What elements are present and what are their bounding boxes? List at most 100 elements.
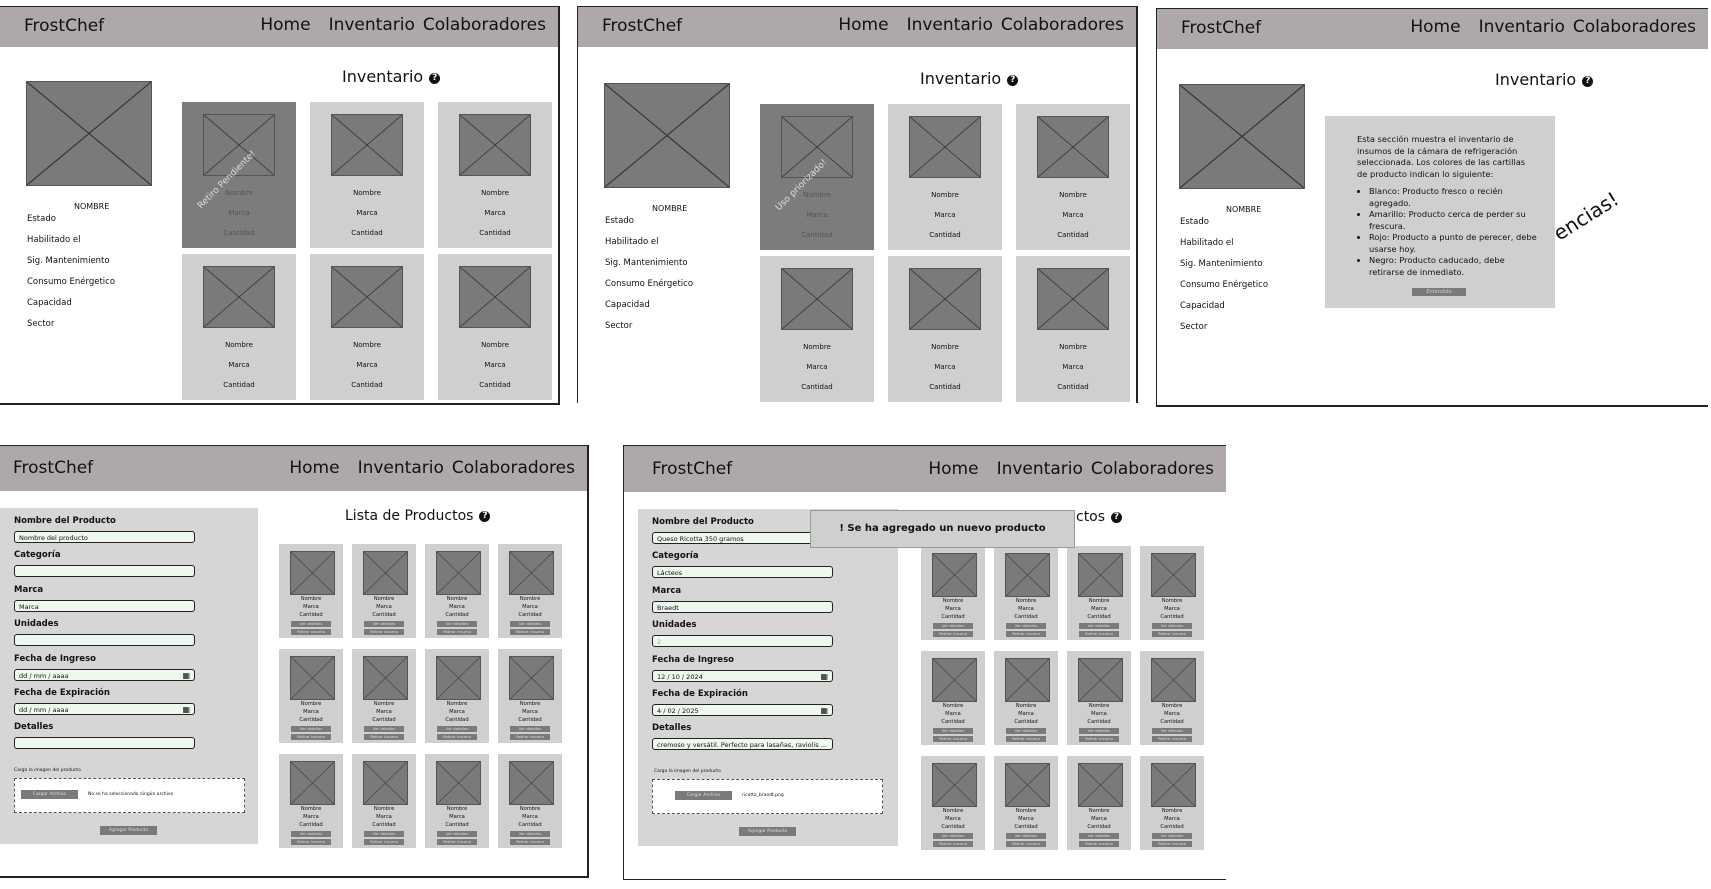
brand-logo[interactable]: FrostChef <box>24 16 104 36</box>
unidades-input[interactable] <box>14 634 195 646</box>
product-card[interactable]: Nombre Marca Cantidad <box>182 254 296 400</box>
remove-item-button[interactable]: Retirar insumo <box>1006 736 1046 742</box>
remove-item-button[interactable]: Retirar insumo <box>291 734 331 740</box>
view-details-button[interactable]: Ver detalles <box>510 621 550 627</box>
detalles-input[interactable] <box>14 737 195 749</box>
nombre-input[interactable]: Nombre del producto <box>14 531 195 543</box>
nav-colaboradores[interactable]: Colaboradores <box>1573 17 1696 37</box>
view-details-button[interactable]: Ver detalles <box>364 726 404 732</box>
marca-input[interactable]: Marca <box>14 600 195 612</box>
calendar-icon[interactable]: ▦ <box>820 672 828 681</box>
view-details-button[interactable]: Ver detalles <box>933 833 973 839</box>
help-icon[interactable]: ? <box>479 511 491 522</box>
add-product-button[interactable]: Agregar Producto <box>100 826 157 835</box>
view-details-button[interactable]: Ver detalles <box>1079 833 1119 839</box>
remove-item-button[interactable]: Retirar insumo <box>437 629 477 635</box>
categoria-input[interactable] <box>14 565 195 577</box>
remove-item-button[interactable]: Retirar insumo <box>1152 631 1192 637</box>
remove-item-button[interactable]: Retirar insumo <box>364 734 404 740</box>
product-card[interactable]: Nombre Marca Cantidad <box>310 254 424 400</box>
nav-inventario[interactable]: Inventario <box>997 459 1083 479</box>
nav-inventario[interactable]: Inventario <box>1479 17 1565 37</box>
remove-item-button[interactable]: Retirar insumo <box>291 629 331 635</box>
brand-logo[interactable]: FrostChef <box>652 459 732 479</box>
nav-home[interactable]: Home <box>260 15 310 35</box>
load-file-button[interactable]: Cargar Archivo <box>675 791 732 800</box>
nav-home[interactable]: Home <box>838 15 888 35</box>
view-details-button[interactable]: Ver detalles <box>291 831 331 837</box>
nav-colaboradores[interactable]: Colaboradores <box>1001 15 1124 35</box>
product-card[interactable]: Nombre Marca Cantidad <box>1016 256 1130 402</box>
remove-item-button[interactable]: Retirar insumo <box>1006 841 1046 847</box>
expiracion-date-input[interactable]: 4 / 02 / 2025 ▦ <box>652 704 833 716</box>
view-details-button[interactable]: Ver detalles <box>1079 728 1119 734</box>
view-details-button[interactable]: Ver detalles <box>1152 833 1192 839</box>
help-icon[interactable]: ? <box>1582 76 1594 87</box>
view-details-button[interactable]: Ver detalles <box>364 831 404 837</box>
nav-colaboradores[interactable]: Colaboradores <box>423 15 546 35</box>
remove-item-button[interactable]: Retirar insumo <box>1079 841 1119 847</box>
expiracion-date-input[interactable]: dd / mm / aaaa ▦ <box>14 703 195 715</box>
nav-inventario[interactable]: Inventario <box>907 15 993 35</box>
product-card[interactable]: Nombre Marca Cantidad <box>438 254 552 400</box>
view-details-button[interactable]: Ver detalles <box>1079 623 1119 629</box>
ingreso-date-input[interactable]: dd / mm / aaaa ▦ <box>14 669 195 681</box>
view-details-button[interactable]: Ver detalles <box>291 621 331 627</box>
remove-item-button[interactable]: Retirar insumo <box>1152 841 1192 847</box>
remove-item-button[interactable]: Retirar insumo <box>933 736 973 742</box>
view-details-button[interactable]: Ver detalles <box>933 623 973 629</box>
nav-colaboradores[interactable]: Colaboradores <box>452 458 575 478</box>
nav-colaboradores[interactable]: Colaboradores <box>1091 459 1214 479</box>
product-card[interactable]: Nombre Marca Cantidad <box>888 104 1002 250</box>
detalles-input[interactable]: cremoso y versátil. Perfecto para lasaña… <box>652 738 833 750</box>
categoria-input[interactable]: Lácteos <box>652 566 833 578</box>
nav-inventario[interactable]: Inventario <box>358 458 444 478</box>
image-dropzone[interactable]: Cargar Archivo ricotta_braedt.png <box>652 779 883 814</box>
load-file-button[interactable]: Cargar Archivo <box>21 790 78 799</box>
image-dropzone[interactable]: Cargar Archivo No se ha seleccionado nin… <box>14 778 245 813</box>
calendar-icon[interactable]: ▦ <box>182 705 190 714</box>
calendar-icon[interactable]: ▦ <box>820 706 828 715</box>
view-details-button[interactable]: Ver detalles <box>437 726 477 732</box>
nombre-input[interactable]: Queso Ricotta 350 gramos <box>652 532 833 544</box>
product-card[interactable]: Nombre Marca Cantidad Retiro Pendiente! <box>182 102 296 248</box>
view-details-button[interactable]: Ver detalles <box>291 726 331 732</box>
understood-button[interactable]: Entendido <box>1412 288 1466 296</box>
nav-inventario[interactable]: Inventario <box>329 15 415 35</box>
product-card[interactable]: Nombre Marca Cantidad <box>438 102 552 248</box>
view-details-button[interactable]: Ver detalles <box>1152 728 1192 734</box>
remove-item-button[interactable]: Retirar insumo <box>510 734 550 740</box>
product-card[interactable]: Nombre Marca Cantidad <box>888 256 1002 402</box>
product-card[interactable]: Nombre Marca Cantidad <box>760 256 874 402</box>
product-card[interactable]: Nombre Marca Cantidad <box>310 102 424 248</box>
view-details-button[interactable]: Ver detalles <box>933 728 973 734</box>
nav-home[interactable]: Home <box>928 459 978 479</box>
view-details-button[interactable]: Ver detalles <box>1006 623 1046 629</box>
view-details-button[interactable]: Ver detalles <box>510 726 550 732</box>
unidades-input[interactable]: 2 <box>652 635 833 647</box>
nav-home[interactable]: Home <box>1410 17 1460 37</box>
view-details-button[interactable]: Ver detalles <box>1006 728 1046 734</box>
brand-logo[interactable]: FrostChef <box>1181 18 1261 38</box>
remove-item-button[interactable]: Retirar insumo <box>364 629 404 635</box>
calendar-icon[interactable]: ▦ <box>182 671 190 680</box>
remove-item-button[interactable]: Retirar insumo <box>1006 631 1046 637</box>
help-icon[interactable]: ? <box>1007 75 1019 86</box>
marca-input[interactable]: Braedt <box>652 601 833 613</box>
remove-item-button[interactable]: Retirar insumo <box>510 629 550 635</box>
remove-item-button[interactable]: Retirar insumo <box>1079 736 1119 742</box>
brand-logo[interactable]: FrostChef <box>13 458 93 478</box>
view-details-button[interactable]: Ver detalles <box>510 831 550 837</box>
remove-item-button[interactable]: Retirar insumo <box>364 839 404 845</box>
product-card[interactable]: Nombre Marca Cantidad Uso priorizado! <box>760 104 874 250</box>
remove-item-button[interactable]: Retirar insumo <box>1079 631 1119 637</box>
remove-item-button[interactable]: Retirar insumo <box>933 841 973 847</box>
brand-logo[interactable]: FrostChef <box>602 16 682 36</box>
help-icon[interactable]: ? <box>429 73 441 84</box>
product-card[interactable]: Nombre Marca Cantidad <box>1016 104 1130 250</box>
remove-item-button[interactable]: Retirar insumo <box>291 839 331 845</box>
add-product-button[interactable]: Agregar Producto <box>739 827 796 836</box>
ingreso-date-input[interactable]: 12 / 10 / 2024 ▦ <box>652 670 833 682</box>
view-details-button[interactable]: Ver detalles <box>437 621 477 627</box>
remove-item-button[interactable]: Retirar insumo <box>510 839 550 845</box>
